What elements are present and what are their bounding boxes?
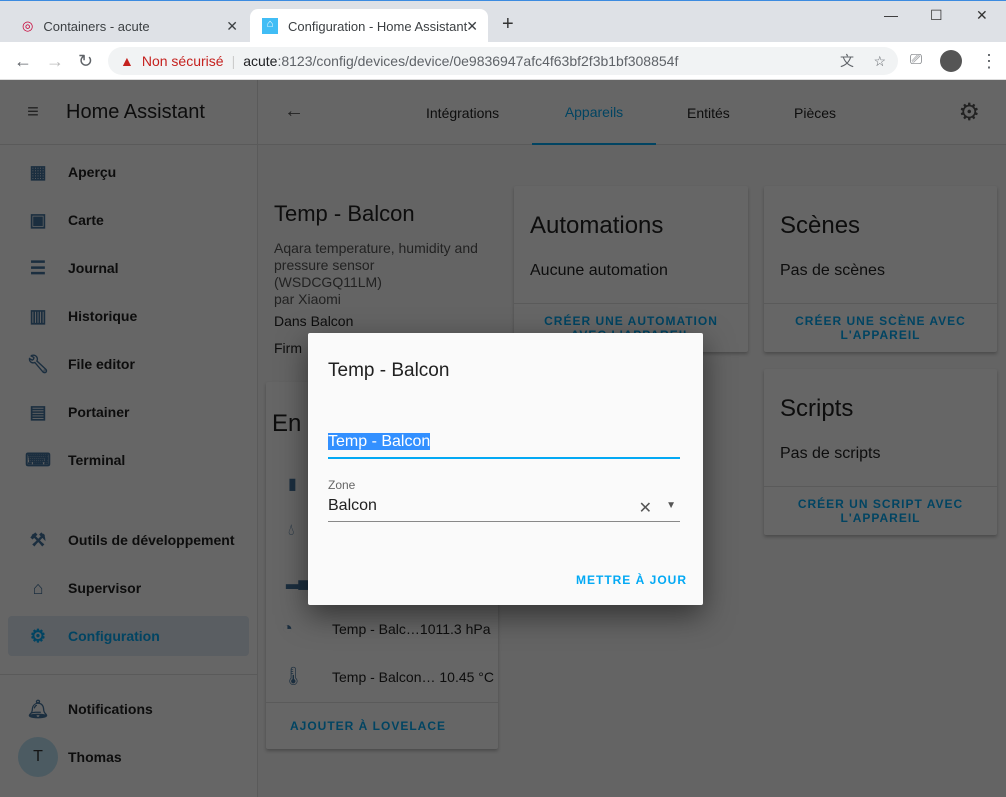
sidebar-item-user[interactable]: T Thomas [8, 737, 249, 777]
menu-icon[interactable]: ⋮ [980, 51, 998, 72]
sidebar-item-file-editor[interactable]: 🔧︎ File editor [8, 344, 249, 384]
entity-row[interactable]: ◔ Temp - Balc… 1011.3 hPa [282, 618, 491, 639]
device-name: Temp - Balcon [274, 201, 415, 226]
star-icon[interactable]: ☆ [873, 53, 886, 70]
card-empty-text: Aucune automation [530, 262, 668, 279]
supervisor-icon: ⌂ [32, 577, 44, 598]
device-manufacturer: par Xiaomi [274, 291, 341, 307]
close-tab-icon[interactable]: ✕ [466, 18, 478, 35]
menu-toggle-icon[interactable]: ≡ [0, 101, 66, 124]
maximize-icon[interactable]: ☐ [930, 7, 943, 24]
wrench-icon: 🔧︎ [26, 353, 50, 374]
sidebar-item-carte[interactable]: ▣ Carte [8, 200, 249, 240]
back-arrow-icon[interactable]: ← [284, 100, 304, 123]
sidebar-item-apercu[interactable]: ▦ Aperçu [8, 152, 249, 192]
debian-icon: ◎ [22, 18, 34, 33]
tab-devices[interactable]: Appareils [532, 80, 656, 145]
home-assistant-icon: ⌂ [262, 18, 278, 34]
sidebar-item-terminal[interactable]: ⌨ Terminal [8, 440, 249, 480]
chart-icon: ▥ [29, 305, 47, 326]
tab-integrations[interactable]: Intégrations [426, 80, 499, 145]
profile-avatar[interactable] [940, 50, 962, 72]
url-path: :8123/config/devices/device/0e9836947afc… [277, 53, 679, 69]
translate-icon[interactable]: 文 [840, 51, 854, 71]
device-settings-dialog: Temp - Balcon Temp - Balcon Zone Balcon … [308, 333, 703, 605]
tab-label: Containers - acute [43, 18, 150, 34]
device-area: Dans Balcon [274, 313, 354, 329]
sidebar-item-notifications[interactable]: 🔔︎ Notifications [8, 689, 249, 729]
sidebar-item-historique[interactable]: ▥ Historique [8, 296, 249, 336]
zone-label: Zone [328, 478, 356, 492]
new-tab-icon[interactable]: + [502, 13, 514, 36]
battery-icon: ▮ [288, 476, 297, 493]
entity-row[interactable]: 🌡︎ Temp - Balcon… 10.45 °C [282, 666, 494, 687]
settings-gear-icon[interactable]: ⚙ [958, 98, 980, 127]
sidebar-item-configuration[interactable]: ⚙ Configuration [8, 616, 249, 656]
docker-icon: ▤ [29, 401, 47, 422]
tab-label: Configuration - Home Assistant [288, 18, 468, 34]
back-icon[interactable]: ← [14, 51, 32, 72]
sidebar-item-portainer[interactable]: ▤ Portainer [8, 392, 249, 432]
scenes-card: Scènes Pas de scènes CRÉER UNE SCÈNE AVEC… [764, 186, 997, 352]
url-host: acute [243, 53, 278, 69]
card-title: Scripts [780, 395, 854, 422]
card-title: Scènes [780, 212, 861, 239]
avatar: T [18, 737, 58, 777]
close-tab-icon[interactable]: ✕ [226, 18, 238, 35]
dialog-title: Temp - Balcon [328, 360, 450, 381]
card-title: Automations [530, 212, 664, 239]
browser-tab-strip: ◎ Containers - acute ✕ ⌂ Configuration - Ho… [0, 0, 1006, 43]
scripts-card: Scripts Pas de scripts CRÉER UN SCRIPT AV… [764, 369, 997, 535]
close-window-icon[interactable]: ✕ [976, 7, 988, 24]
zone-value: Balcon [328, 497, 377, 514]
card-empty-text: Pas de scripts [780, 445, 881, 462]
name-field[interactable]: Temp - Balcon [328, 433, 680, 459]
clear-icon[interactable]: ✕ [639, 498, 652, 518]
bell-icon: 🔔︎ [26, 698, 50, 719]
sidebar-item-journal[interactable]: ☰ Journal [8, 248, 249, 288]
address-bar[interactable]: ▲ Non sécurisé | acute:8123/config/devic… [108, 47, 898, 75]
create-script-button[interactable]: CRÉER UN SCRIPT AVEC L'APPAREIL [764, 486, 997, 535]
warning-icon: ▲ [120, 53, 134, 69]
browser-toolbar: ← → ↻ ▲ Non sécurisé | acute:8123/config… [0, 42, 1006, 80]
create-scene-button[interactable]: CRÉER UNE SCÈNE AVEC L'APPAREIL [764, 303, 997, 352]
map-icon: ▣ [29, 209, 47, 230]
dashboard-icon: ▦ [29, 161, 47, 182]
dropdown-arrow-icon[interactable]: ▼ [666, 500, 676, 511]
tab-areas[interactable]: Pièces [794, 80, 836, 145]
security-label: Non sécurisé [141, 53, 224, 69]
config-header: ← Intégrations Appareils Entités Pièces … [258, 80, 1006, 145]
minimize-icon[interactable]: — [884, 7, 898, 23]
browser-tab-active[interactable]: ⌂ Configuration - Home Assistant ✕ [250, 9, 488, 43]
sidebar: ≡ Home Assistant ▦ Aperçu ▣ Carte ☰ Journal … [0, 80, 258, 797]
zone-select[interactable]: Zone Balcon ✕ ▼ [328, 478, 680, 522]
sidebar-item-supervisor[interactable]: ⌂ Supervisor [8, 568, 249, 608]
name-input-value: Temp - Balcon [328, 433, 431, 450]
gauge-icon: ◔ [282, 618, 293, 638]
automations-card: Automations Aucune automation CRÉER UNE A… [514, 186, 748, 352]
sidebar-title: Home Assistant [66, 100, 205, 123]
card-empty-text: Pas de scènes [780, 262, 885, 279]
device-model: Aqara temperature, humidity and pressure… [274, 240, 478, 290]
tab-entities[interactable]: Entités [687, 80, 730, 145]
update-button[interactable]: METTRE À JOUR [576, 573, 687, 587]
browser-tab[interactable]: ◎ Containers - acute ✕ [10, 9, 248, 43]
reload-icon[interactable]: ↻ [78, 51, 93, 72]
humidity-icon: 💧︎ [288, 522, 295, 539]
forward-icon[interactable]: → [46, 51, 64, 72]
terminal-icon: ⌨ [25, 449, 51, 470]
gear-icon: ⚙ [29, 625, 47, 646]
list-icon: ☰ [29, 257, 47, 278]
cast-icon[interactable]: ⎚ [910, 51, 922, 68]
thermometer-icon: 🌡︎ [282, 666, 305, 686]
add-to-lovelace-button[interactable]: AJOUTER À LOVELACE [266, 702, 498, 749]
hammer-icon: ⚒ [29, 529, 47, 550]
sidebar-item-dev-tools[interactable]: ⚒ Outils de développement [8, 520, 249, 560]
